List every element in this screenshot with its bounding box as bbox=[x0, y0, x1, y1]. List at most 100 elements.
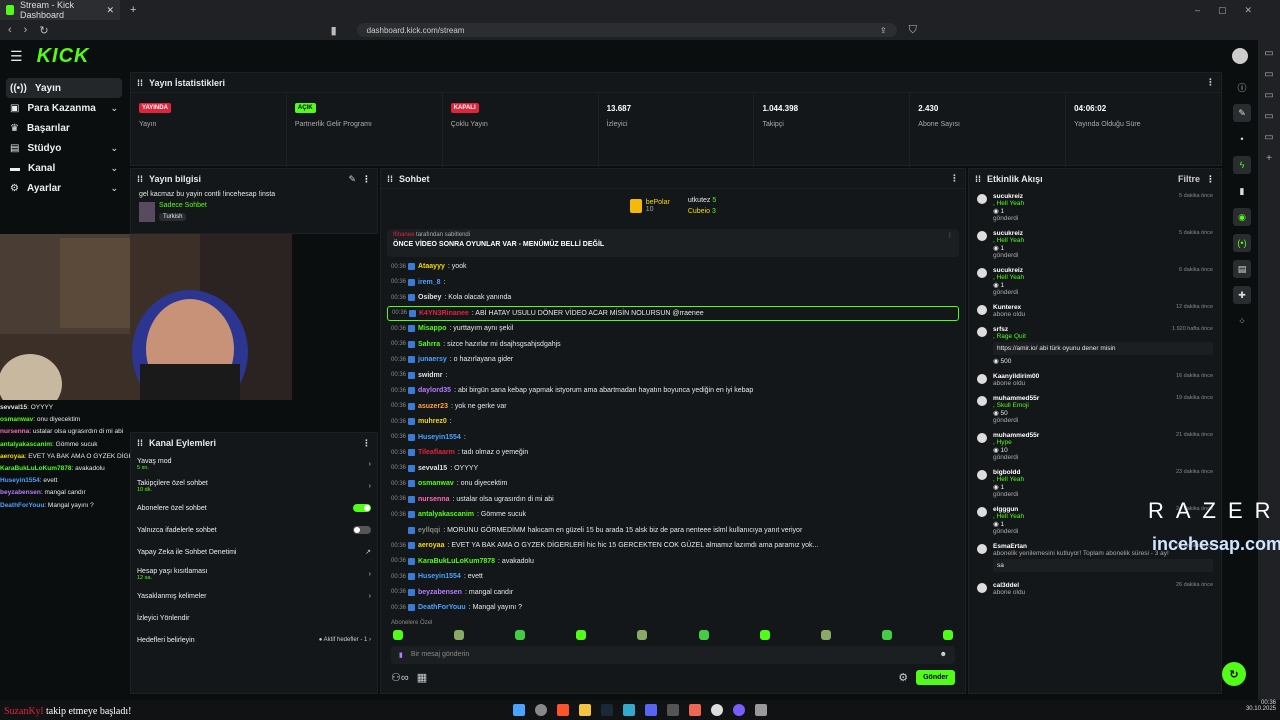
pin-icon[interactable]: ⋮ bbox=[947, 232, 953, 239]
chat-message[interactable]: 00:36 Osibey: Kola olacak yanında bbox=[381, 290, 965, 306]
chat-message[interactable]: 00:36 asuzer23: yok ne gerke var bbox=[381, 399, 965, 415]
chat-username[interactable]: muhrez0 bbox=[418, 418, 447, 425]
activity-item[interactable]: cal3ddel 26 dakika önce abone oldu bbox=[969, 578, 1221, 600]
calendar-icon[interactable]: ▦ bbox=[417, 671, 427, 684]
emoji-icon[interactable]: ☻ bbox=[940, 651, 947, 658]
activity-item[interactable]: srfsz 1.920 hafta önce , Rage Quit https://… bbox=[969, 322, 1221, 369]
kick-logo[interactable]: KICK bbox=[37, 45, 90, 68]
explorer-icon[interactable] bbox=[579, 704, 591, 716]
activity-item[interactable]: muhammed55r 21 dakika önce , Hype ◉ 10 gönde… bbox=[969, 428, 1221, 465]
nav-item-ayarlar[interactable]: ⚙ Ayarlar ⌄ bbox=[0, 178, 128, 198]
info-icon[interactable]: ⓘ bbox=[1233, 78, 1251, 96]
channel-action-row[interactable]: Abonelere özel sohbet bbox=[131, 497, 377, 519]
chat-username[interactable]: KaraBukLuLoKum7878 bbox=[418, 558, 495, 565]
more-icon[interactable]: ⋮ bbox=[362, 174, 371, 185]
new-tab-icon[interactable]: + bbox=[130, 4, 136, 16]
wrench-icon[interactable]: ✚ bbox=[1233, 286, 1251, 304]
sidebar-icon[interactable]: ▭ bbox=[1264, 132, 1273, 143]
emote-icon[interactable] bbox=[881, 629, 892, 640]
chat-message[interactable]: 00:36 Huseyin1554: bbox=[381, 430, 965, 446]
chat-username[interactable]: Misappo bbox=[418, 325, 446, 332]
chat-message[interactable]: eyllqqi: MORUNU GÖRMEDİMM hakıcam en güz… bbox=[381, 523, 965, 539]
bolt-icon[interactable]: ϟ bbox=[1233, 156, 1251, 174]
chat-message[interactable]: 00:36 osmanwav: onu diyecektim bbox=[381, 476, 965, 492]
windows-start-icon[interactable] bbox=[513, 704, 525, 716]
add-icon[interactable]: + bbox=[1266, 153, 1272, 164]
chat-username[interactable]: K4YN3Rinanee bbox=[419, 310, 469, 317]
chat-username[interactable]: asuzer23 bbox=[418, 403, 448, 410]
forward-icon[interactable]: › bbox=[24, 24, 28, 36]
chat-username[interactable]: Huseyin1554 bbox=[418, 434, 461, 441]
brave-shield-icon[interactable]: ⛉ bbox=[909, 24, 917, 37]
top-gifter-3[interactable]: Cubeio 3 bbox=[688, 206, 716, 217]
steam-icon[interactable] bbox=[601, 704, 613, 716]
sidebar-icon[interactable]: ▭ bbox=[1264, 69, 1273, 80]
chat-message[interactable]: 00:36 K4YN3Rinanee: ABİ HATAY USULU DÖNER… bbox=[387, 305, 959, 321]
chat-settings-icon[interactable]: ⚙ bbox=[898, 671, 908, 684]
activity-item[interactable]: bigboldd 23 dakika önce , Hell Yeah ◉ 1 gönd… bbox=[969, 465, 1221, 502]
dot-icon[interactable]: • bbox=[1233, 130, 1251, 148]
app-icon[interactable] bbox=[667, 704, 679, 716]
avatar[interactable] bbox=[1232, 48, 1248, 64]
chat-message[interactable]: 00:36 irem_8: bbox=[381, 275, 965, 291]
broadcast-icon[interactable]: (•) bbox=[1233, 234, 1251, 252]
window-controls-icon[interactable]: –▢✕ bbox=[1195, 5, 1270, 16]
activity-item[interactable]: sucukreiz 5 dakika önce , Hell Yeah ◉ 1 gönd… bbox=[969, 189, 1221, 226]
more-icon[interactable]: ⋮ bbox=[1206, 77, 1215, 88]
drag-handle-icon[interactable]: ⁞⁞ bbox=[137, 78, 143, 88]
brave-browser-icon[interactable] bbox=[557, 704, 569, 716]
app-icon[interactable] bbox=[689, 704, 701, 716]
chat-message[interactable]: 00:36 junaersy: o hazırlayana gider bbox=[381, 352, 965, 368]
chat-bubble-icon[interactable]: ◉ bbox=[1233, 208, 1251, 226]
chat-message[interactable]: 00:36 swidmr: bbox=[381, 368, 965, 384]
more-icon[interactable]: ⋮ bbox=[1206, 174, 1215, 185]
toggle-switch[interactable] bbox=[353, 504, 371, 512]
sidebar-icon[interactable]: ▭ bbox=[1264, 90, 1273, 101]
channel-action-row[interactable]: Yasaklanmış kelimeler › bbox=[131, 585, 377, 607]
tag-badge[interactable]: Turkish bbox=[159, 213, 187, 221]
send-button[interactable]: Gönder bbox=[916, 669, 955, 685]
nav-item-basarilar[interactable]: ♛ Başarılar bbox=[0, 118, 128, 138]
chat-username[interactable]: Tileaflaarm bbox=[418, 449, 455, 456]
chat-username[interactable]: Osibey bbox=[418, 294, 441, 301]
top-gifter-1[interactable]: bePolar 10 bbox=[629, 195, 670, 217]
channel-action-row[interactable]: Hesap yaşı kısıtlaması 12 sa. › bbox=[131, 563, 377, 585]
toggle-switch[interactable] bbox=[353, 526, 371, 534]
filter-button[interactable]: Filtre bbox=[1178, 174, 1200, 184]
app-icon[interactable] bbox=[755, 704, 767, 716]
emote-icon[interactable] bbox=[576, 629, 587, 640]
refresh-fab-icon[interactable]: ↻ bbox=[1222, 662, 1246, 686]
emote-icon[interactable] bbox=[515, 629, 526, 640]
emote-icon[interactable] bbox=[637, 629, 648, 640]
drag-handle-icon[interactable]: ⁞⁞ bbox=[137, 174, 143, 184]
edit-icon[interactable]: ✎ bbox=[1233, 104, 1251, 122]
chat-username[interactable]: junaersy bbox=[418, 356, 447, 363]
activity-item[interactable]: sucukreiz 6 dakika önce , Hell Yeah ◉ 1 gönd… bbox=[969, 263, 1221, 300]
nav-item-kanal[interactable]: ▬ Kanal ⌄ bbox=[0, 158, 128, 178]
chat-message[interactable]: 00:36 Misappo: yurttayım aynı şekil bbox=[381, 321, 965, 337]
sidebar-icon[interactable]: ▭ bbox=[1264, 48, 1273, 59]
chat-username[interactable]: nursenna bbox=[418, 496, 450, 503]
chat-username[interactable]: Ataayyy bbox=[418, 263, 445, 270]
nav-item-yayin[interactable]: ((•)) Yayın bbox=[6, 78, 122, 98]
activity-item[interactable]: muhammed55r 19 dakika önce , Skull Emoji ◉ … bbox=[969, 391, 1221, 428]
bookmark-icon[interactable]: ▮ bbox=[331, 24, 337, 37]
chat-message[interactable]: 00:36 Tileaflaarm: tadı olmaz o yemeğin bbox=[381, 445, 965, 461]
drag-handle-icon[interactable]: ⁞⁞ bbox=[137, 438, 143, 448]
drag-handle-icon[interactable]: ⁞⁞ bbox=[387, 174, 393, 184]
chat-message[interactable]: 00:36 Sahrra: sizce hazırlar mi dsajhsgsa… bbox=[381, 337, 965, 353]
pinned-message[interactable]: Ifinanee tarafından sabitlendi ⋮ ÖNCE VİD… bbox=[387, 229, 959, 257]
chat-username[interactable]: antalyakascanim bbox=[418, 511, 474, 518]
activity-item[interactable]: Kaanyildirim00 16 dakika önce abone oldu bbox=[969, 369, 1221, 391]
emote-icon[interactable] bbox=[759, 629, 770, 640]
chat-username[interactable]: sevval15 bbox=[418, 465, 447, 472]
chat-username[interactable]: daylord35 bbox=[418, 387, 451, 394]
chat-message[interactable]: 00:36 nursenna: ustalar olsa ugrasırdın d… bbox=[381, 492, 965, 508]
emote-icon[interactable] bbox=[454, 629, 465, 640]
chat-username[interactable]: DeathForYouu bbox=[418, 604, 466, 611]
share-icon[interactable]: ⇪ bbox=[880, 26, 887, 35]
drag-handle-icon[interactable]: ⁞⁞ bbox=[975, 174, 981, 184]
category-name[interactable]: Sadece Sohbet bbox=[159, 202, 207, 209]
search-icon[interactable] bbox=[535, 704, 547, 716]
top-gifter-2[interactable]: utkutez 5 bbox=[688, 195, 716, 206]
